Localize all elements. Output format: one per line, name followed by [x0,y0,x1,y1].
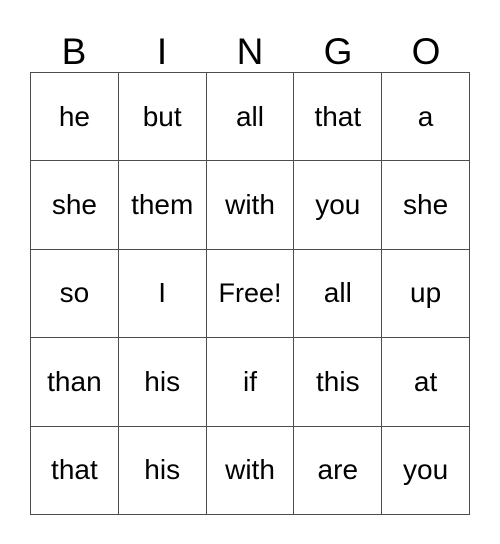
bingo-cell-label: you [403,454,449,486]
bingo-cell-r4c2[interactable]: his [118,338,207,427]
bingo-cell-label: are [317,454,359,486]
bingo-cell-label: all [235,100,264,132]
bingo-cell-label: a [417,100,434,132]
bingo-cell-r4c5[interactable]: at [382,338,470,427]
bingo-cell-label: them [131,189,194,221]
bingo-cell-label: at [413,365,438,397]
bingo-cell-r4c4[interactable]: this [294,338,383,427]
header-letter-g: G [323,31,353,72]
bingo-cell-label: all [323,277,352,309]
bingo-cell-label: with [225,454,275,486]
bingo-cell-label: if [242,365,257,397]
bingo-free-space-cell[interactable]: Free! [206,249,295,339]
bingo-cell-r2c4[interactable]: you [294,161,383,250]
bingo-free-space-label: Free! [218,278,282,309]
bingo-card: B I N G O he but all that a she them wit… [0,0,500,544]
bingo-cell-label: he [58,100,90,132]
bingo-cell-r2c1[interactable]: she [31,161,119,250]
bingo-cell-label: his [144,454,181,486]
bingo-cell-label: she [403,189,449,221]
bingo-cell-label: with [225,189,275,221]
bingo-cell-r5c5[interactable]: you [382,426,470,515]
bingo-cell-label: I [158,277,167,309]
bingo-cell-r2c5[interactable]: she [382,161,470,250]
bingo-cell-r2c3[interactable]: with [206,161,295,250]
bingo-cell-label: you [315,189,361,221]
bingo-cell-label: this [316,365,360,397]
bingo-cell-r5c3[interactable]: with [206,426,295,515]
header-letter-n: N [236,31,264,72]
bingo-cell-label: so [59,277,90,309]
bingo-header-row: B I N G O [30,16,470,72]
bingo-cell-label: but [142,100,182,132]
bingo-cell-label: that [314,100,362,132]
bingo-cell-label: up [410,277,442,309]
header-letter-i: I [156,31,168,72]
bingo-cell-label: than [47,365,102,397]
bingo-cell-r1c2[interactable]: but [118,73,207,162]
bingo-cell-r5c2[interactable]: his [118,426,207,515]
header-letter-b: B [61,31,87,72]
bingo-cell-label: his [144,365,181,397]
header-letter-o: O [411,31,441,72]
bingo-cell-r4c1[interactable]: than [31,338,119,427]
bingo-cell-r2c2[interactable]: them [118,161,207,250]
bingo-cell-r1c1[interactable]: he [31,73,119,162]
bingo-cell-r5c4[interactable]: are [294,426,383,515]
bingo-cell-label: that [51,454,98,486]
bingo-cell-r4c3[interactable]: if [206,338,295,427]
bingo-cell-r1c4[interactable]: that [294,73,383,162]
bingo-cell-label: she [51,189,97,221]
bingo-cell-r5c1[interactable]: that [31,426,119,515]
bingo-cell-r3c1[interactable]: so [31,249,119,339]
bingo-cell-r3c5[interactable]: up [382,249,470,339]
bingo-grid: he but all that a she them with you she [30,72,470,515]
bingo-cell-r3c2[interactable]: I [118,249,207,339]
bingo-cell-r3c4[interactable]: all [294,249,383,339]
bingo-cell-r1c5[interactable]: a [382,73,470,162]
bingo-cell-r1c3[interactable]: all [206,73,295,162]
